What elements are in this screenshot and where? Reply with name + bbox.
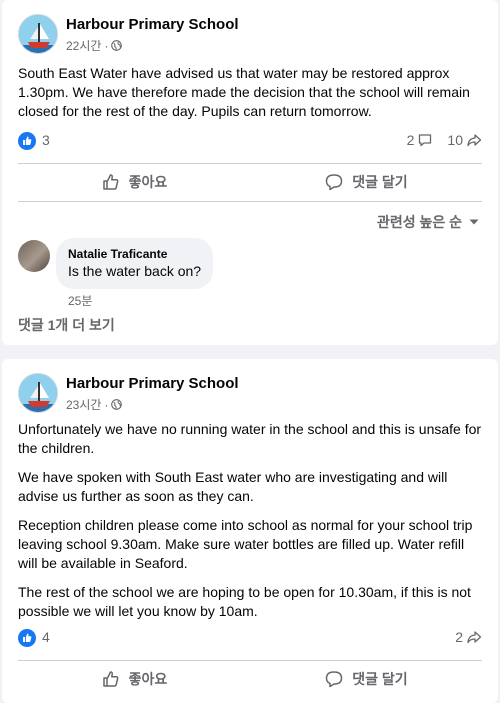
reactions-count[interactable]: 4 bbox=[42, 629, 50, 645]
share-arrow-icon bbox=[467, 134, 482, 147]
comment-button[interactable]: 댓글 달기 bbox=[250, 662, 482, 696]
view-more-comments-link[interactable]: 댓글 1개 더 보기 bbox=[18, 315, 115, 335]
like-reaction-icon[interactable] bbox=[18, 132, 36, 150]
like-button[interactable]: 좋아요 bbox=[18, 165, 250, 199]
globe-icon bbox=[111, 399, 123, 410]
page-name[interactable]: Harbour Primary School bbox=[66, 375, 239, 392]
post-paragraph: Reception children please come into scho… bbox=[18, 517, 473, 571]
post-paragraph: We have spoken with South East water who… bbox=[18, 469, 448, 504]
like-button[interactable]: 좋아요 bbox=[18, 662, 250, 696]
comment-icon bbox=[326, 671, 343, 688]
shares-count-button[interactable]: 10 bbox=[447, 132, 482, 148]
comment: Natalie Traficante Is the water back on?… bbox=[18, 238, 478, 310]
post-card: Harbour Primary School 23시간 · Unfortunat… bbox=[2, 359, 498, 703]
post-stats: 4 2 bbox=[18, 628, 482, 648]
shares-count: 2 bbox=[455, 629, 463, 645]
like-button-label: 좋아요 bbox=[128, 174, 168, 190]
post-header: Harbour Primary School 23시간 · bbox=[18, 373, 478, 415]
post-card: Harbour Primary School 22시간 · South East… bbox=[2, 0, 498, 345]
post-body: South East Water have advised us that wa… bbox=[18, 64, 484, 131]
page-name[interactable]: Harbour Primary School bbox=[66, 16, 239, 33]
post-stats: 3 2 10 bbox=[18, 131, 482, 151]
comments-count-button[interactable]: 2 bbox=[407, 132, 434, 148]
divider bbox=[18, 660, 482, 661]
comment-button-label: 댓글 달기 bbox=[352, 671, 408, 687]
like-reaction-icon[interactable] bbox=[18, 629, 36, 647]
comment-time[interactable]: 25분 bbox=[68, 292, 92, 309]
post-header: Harbour Primary School 22시간 · bbox=[18, 14, 478, 56]
page-avatar[interactable] bbox=[18, 373, 58, 413]
school-logo-icon bbox=[19, 15, 57, 53]
sort-label: 관련성 높은 순 bbox=[376, 214, 462, 230]
comment-sort-dropdown[interactable]: 관련성 높은 순 bbox=[377, 212, 480, 232]
shares-count: 10 bbox=[447, 132, 463, 148]
page-avatar[interactable] bbox=[18, 14, 58, 54]
comment-bubble: Natalie Traficante Is the water back on? bbox=[56, 238, 214, 289]
post-paragraph: Unfortunately we have no running water i… bbox=[18, 421, 482, 456]
divider bbox=[18, 163, 482, 164]
divider bbox=[18, 201, 482, 202]
caret-down-icon bbox=[469, 219, 479, 225]
post-body: Unfortunately we have no running water i… bbox=[18, 420, 484, 631]
post-time[interactable]: 23시간 bbox=[66, 396, 101, 413]
post-paragraph: South East Water have advised us that wa… bbox=[18, 65, 470, 119]
comment-icon bbox=[326, 174, 343, 191]
post-paragraph: The rest of the school we are hoping to … bbox=[18, 584, 471, 619]
reactions-count[interactable]: 3 bbox=[42, 132, 50, 148]
school-logo-icon bbox=[19, 374, 57, 412]
thumbs-up-icon bbox=[102, 671, 119, 687]
comments-count: 2 bbox=[406, 132, 415, 148]
action-bar: 좋아요 댓글 달기 bbox=[18, 165, 482, 199]
like-button-label: 좋아요 bbox=[128, 671, 168, 687]
comment-bubble-icon bbox=[419, 134, 432, 147]
comment-text: Is the water back on? bbox=[68, 263, 202, 279]
action-bar: 좋아요 댓글 달기 bbox=[18, 662, 482, 696]
post-meta: 22시간 · bbox=[66, 37, 123, 54]
globe-icon bbox=[111, 40, 123, 51]
commenter-name[interactable]: Natalie Traficante bbox=[68, 246, 201, 262]
post-meta: 23시간 · bbox=[66, 396, 123, 413]
post-time[interactable]: 22시간 bbox=[66, 37, 101, 54]
commenter-avatar[interactable] bbox=[18, 240, 50, 272]
shares-count-button[interactable]: 2 bbox=[455, 629, 482, 645]
share-arrow-icon bbox=[467, 631, 482, 644]
comment-button[interactable]: 댓글 달기 bbox=[250, 165, 482, 199]
comment-button-label: 댓글 달기 bbox=[352, 174, 408, 190]
thumbs-up-icon bbox=[102, 174, 119, 190]
